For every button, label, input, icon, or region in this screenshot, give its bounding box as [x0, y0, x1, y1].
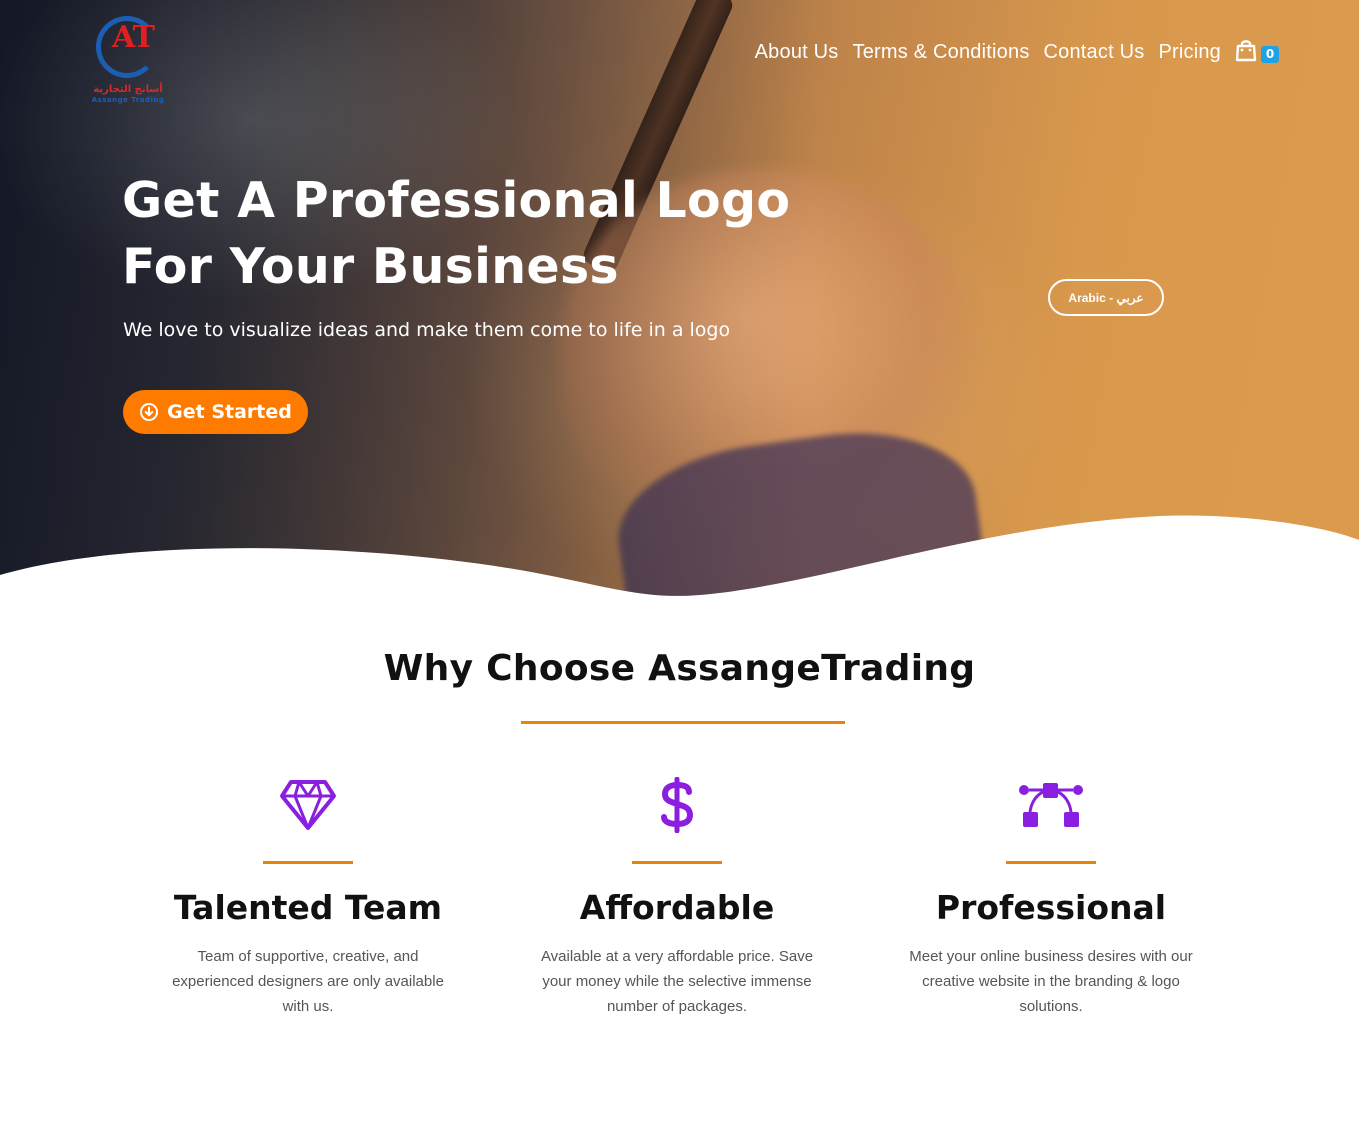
nav-terms-conditions[interactable]: Terms & Conditions [853, 41, 1030, 64]
nav-contact-us[interactable]: Contact Us [1044, 41, 1145, 64]
language-switch-button[interactable]: Arabic - عربي [1048, 279, 1164, 316]
feature-icon-wrap [507, 775, 847, 835]
hero-subtitle: We love to visualize ideas and make them… [123, 319, 731, 341]
vector-nodes-icon [1019, 783, 1083, 827]
logo-mark: AT [112, 20, 155, 55]
feature-text: Available at a very affordable price. Sa… [540, 948, 814, 1015]
arrow-down-circle-icon [140, 403, 159, 421]
site-logo[interactable]: AT أسانج التجارية Assange Trading [82, 14, 174, 106]
feature-affordable: Affordable Available at a very affordabl… [507, 775, 847, 1019]
diamond-icon [280, 780, 336, 830]
feature-title: Affordable [579, 888, 775, 927]
feature-text: Team of supportive, creative, and experi… [172, 948, 444, 1015]
feature-title: Professional [935, 888, 1167, 927]
feature-divider [632, 861, 722, 864]
cart-count-badge: 0 [1261, 46, 1279, 63]
feature-divider [1006, 861, 1096, 864]
cart-button[interactable]: 0 [1235, 38, 1281, 66]
main-nav: About Us Terms & Conditions Contact Us P… [741, 38, 1281, 66]
logo-english-text: Assange Trading [91, 96, 165, 104]
language-switch-label: Arabic - عربي [1068, 290, 1144, 305]
hero-wave-divider [0, 515, 1359, 600]
dollar-icon [661, 777, 694, 833]
feature-divider [263, 861, 353, 864]
hero-title: Get A Professional Logo For Your Busines… [122, 168, 802, 300]
feature-title: Talented Team [173, 888, 443, 927]
feature-talented-team: Talented Team Team of supportive, creati… [138, 775, 478, 1019]
feature-text: Meet your online business desires with o… [909, 948, 1193, 1015]
why-section-title: Why Choose AssangeTrading [383, 648, 976, 689]
feature-icon-wrap [881, 775, 1221, 835]
feature-icon-wrap [138, 775, 478, 835]
hero-title-line-1: Get A Professional Logo [122, 172, 791, 229]
nav-pricing[interactable]: Pricing [1158, 41, 1221, 64]
feature-professional: Professional Meet your online business d… [881, 775, 1221, 1019]
why-title-divider [521, 721, 845, 724]
page: AT أسانج التجارية Assange Trading About … [0, 0, 1359, 1128]
get-started-button[interactable]: Get Started [123, 390, 308, 434]
logo-arabic-text: أسانج التجارية [93, 84, 163, 95]
nav-about-us[interactable]: About Us [755, 41, 839, 64]
hero-section: AT أسانج التجارية Assange Trading About … [0, 0, 1359, 600]
hero-title-line-2: For Your Business [122, 238, 619, 295]
shopping-bag-icon [1235, 40, 1257, 62]
get-started-label: Get Started [167, 401, 292, 423]
